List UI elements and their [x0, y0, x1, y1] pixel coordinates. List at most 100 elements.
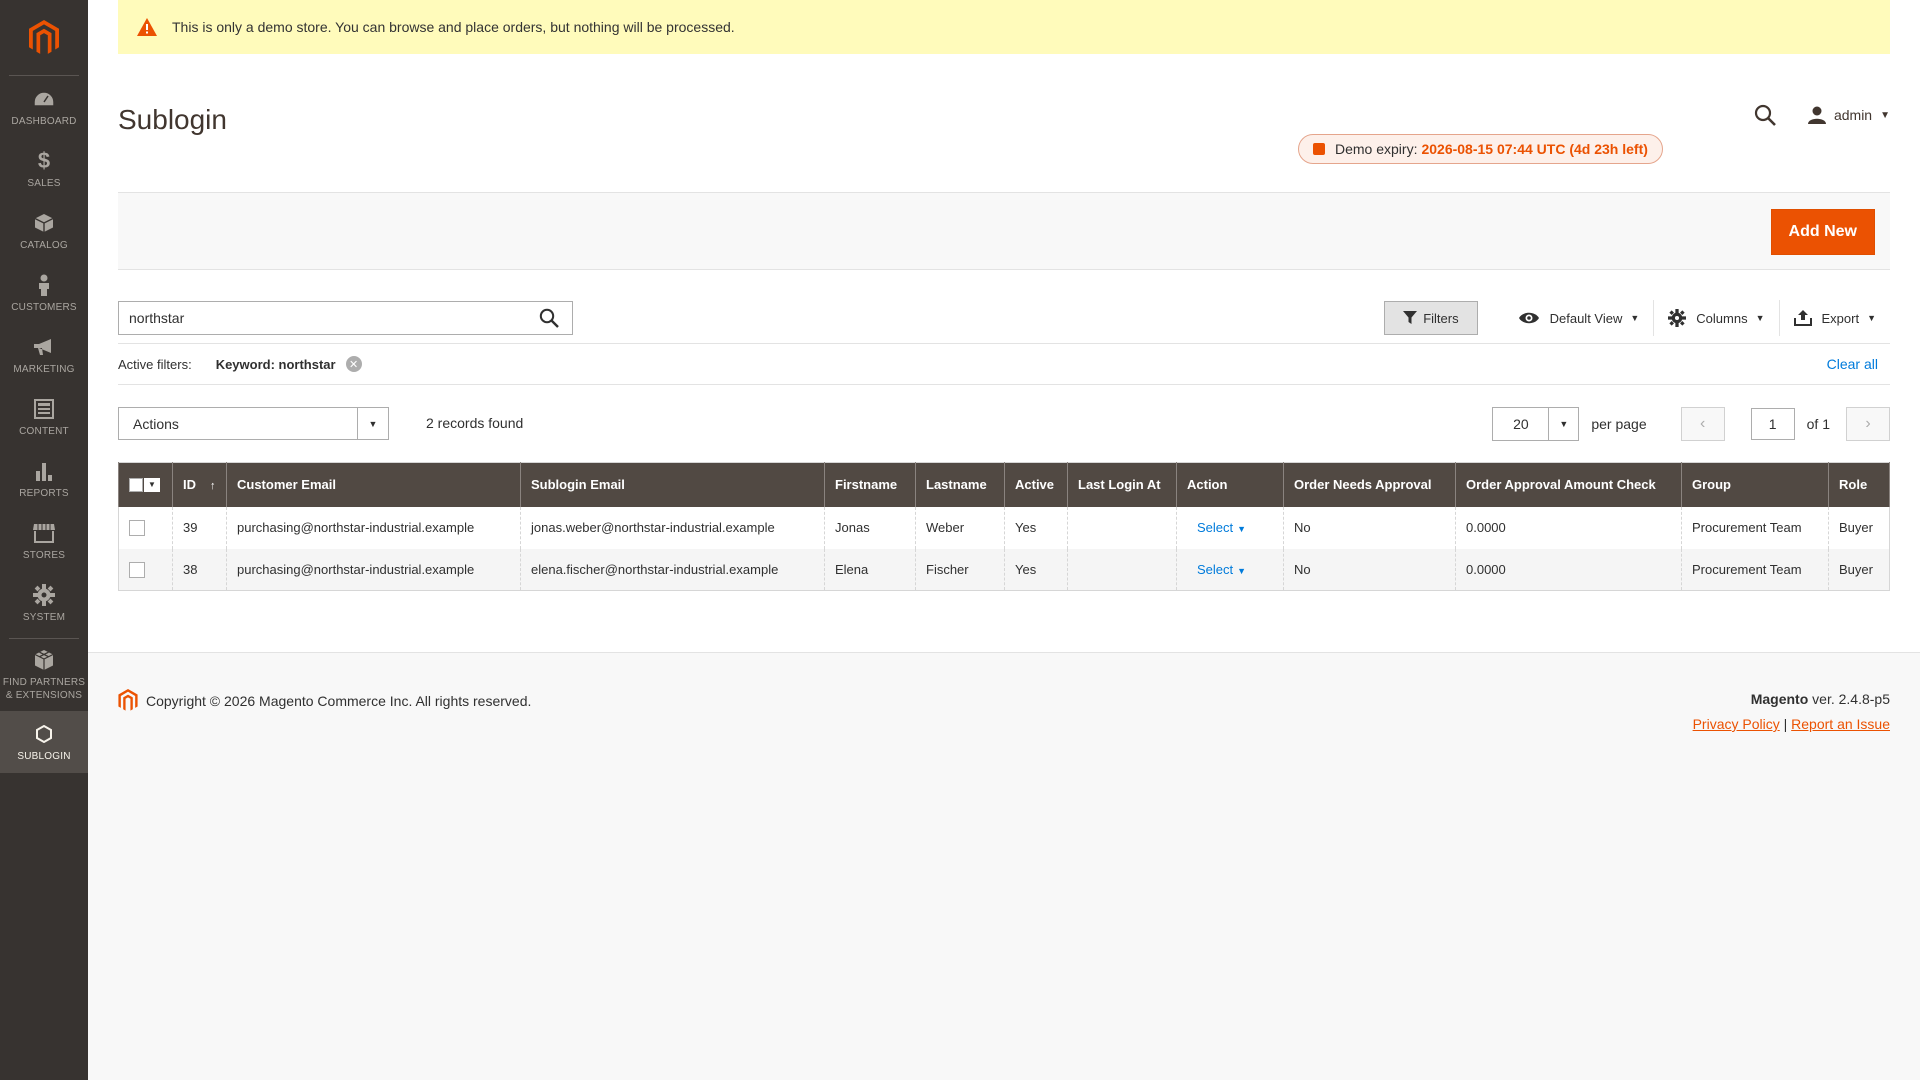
brand-name: Magento	[1750, 691, 1809, 707]
filters-button[interactable]: Filters	[1384, 301, 1478, 335]
sidebar-item-label: SYSTEM	[22, 611, 66, 623]
magento-logo[interactable]	[9, 0, 79, 76]
sidebar-item-reports[interactable]: REPORTS	[0, 448, 88, 510]
sidebar-item-sales[interactable]: $ SALES	[0, 138, 88, 200]
search-icon[interactable]	[526, 308, 572, 328]
chevron-down-icon: ▼	[1755, 313, 1765, 323]
sidebar-item-marketing[interactable]: MARKETING	[0, 324, 88, 386]
active-filters-label: Active filters:	[118, 356, 192, 372]
row-action-select[interactable]: Select ▼	[1197, 520, 1246, 535]
per-page-value: 20	[1513, 416, 1529, 432]
clear-all-link[interactable]: Clear all	[1827, 356, 1878, 372]
active-filter-chip: Keyword: northstar ✕	[216, 356, 362, 372]
page-number-input[interactable]: 1	[1750, 408, 1795, 440]
sidebar-item-label: CUSTOMERS	[11, 301, 77, 313]
report-issue-link[interactable]: Report an Issue	[1791, 716, 1890, 732]
cell-group: Procurement Team	[1681, 548, 1829, 591]
user-icon	[1807, 106, 1826, 124]
column-header-last-login[interactable]: Last Login At	[1067, 462, 1177, 507]
export-icon	[1793, 310, 1812, 326]
column-header-role[interactable]: Role	[1828, 462, 1890, 507]
sidebar-item-stores[interactable]: STORES	[0, 510, 88, 572]
export-label: Export	[1821, 310, 1860, 326]
cell-customer-email: purchasing@northstar-industrial.example	[226, 506, 521, 549]
warning-icon	[136, 17, 158, 37]
sort-ascending-icon: ↑	[210, 480, 216, 493]
column-header-lastname[interactable]: Lastname	[915, 462, 1005, 507]
privacy-policy-link[interactable]: Privacy Policy	[1693, 716, 1780, 732]
filter-icon	[1403, 311, 1418, 325]
mass-actions-select[interactable]: Actions ▼	[118, 407, 389, 440]
column-header-sublogin-email[interactable]: Sublogin Email	[520, 462, 825, 507]
sidebar-item-system[interactable]: SYSTEM	[0, 572, 88, 634]
cell-last-login	[1067, 506, 1177, 549]
eye-icon	[1518, 311, 1540, 325]
column-header-action: Action	[1176, 462, 1284, 507]
remove-filter-icon[interactable]: ✕	[345, 356, 362, 372]
admin-username: admin	[1833, 107, 1873, 123]
columns-dropdown[interactable]: Columns ▼	[1654, 301, 1778, 335]
cell-lastname: Fischer	[915, 548, 1005, 591]
page-total: of 1	[1806, 416, 1830, 432]
global-search-icon[interactable]	[1754, 104, 1776, 126]
export-dropdown[interactable]: Export ▼	[1780, 301, 1891, 335]
mass-actions-label: Actions	[133, 415, 179, 432]
version-info: Magento ver. 2.4.8-p5	[1751, 691, 1890, 707]
chevron-down-icon: ▼	[1237, 565, 1247, 576]
sidebar-item-find-partners[interactable]: FIND PARTNERS & EXTENSIONS	[0, 639, 88, 711]
column-header-active[interactable]: Active	[1004, 462, 1068, 507]
header-actions: admin ▼	[1754, 104, 1890, 126]
keyword-search: northstar	[118, 301, 573, 335]
table-row[interactable]: 38 purchasing@northstar-industrial.examp…	[118, 548, 1890, 591]
cell-sublogin-email: elena.fischer@northstar-industrial.examp…	[520, 548, 825, 591]
sidebar-item-label: SALES	[27, 177, 61, 189]
add-new-button[interactable]: Add New	[1770, 209, 1875, 255]
keyword-search-input[interactable]: northstar	[119, 310, 526, 326]
table-header-row: ▼ ID ↑ Customer Email Sublogin Email Firs…	[118, 462, 1890, 507]
chevron-down-icon[interactable]: ▼	[144, 477, 160, 492]
cell-role: Buyer	[1828, 548, 1890, 591]
default-view-dropdown[interactable]: Default View ▼	[1504, 301, 1654, 335]
sidebar-item-catalog[interactable]: CATALOG	[0, 200, 88, 262]
cell-amount-check: 0.0000	[1455, 548, 1682, 591]
chevron-down-icon: ▼	[1237, 524, 1247, 534]
cell-needs-approval: No	[1283, 548, 1456, 591]
sidebar-item-content[interactable]: CONTENT	[0, 386, 88, 448]
row-checkbox[interactable]	[129, 561, 145, 578]
chevron-down-icon: ▼	[1548, 408, 1579, 440]
per-page-label: per page	[1591, 416, 1647, 432]
column-header-group[interactable]: Group	[1681, 462, 1829, 507]
cubes-icon	[32, 648, 56, 672]
person-icon	[32, 273, 56, 297]
sidebar-item-sublogin[interactable]: SUBLOGIN	[0, 711, 88, 773]
select-all-header[interactable]: ▼	[118, 462, 173, 507]
next-page-button[interactable]: ›	[1846, 407, 1890, 441]
column-header-id[interactable]: ID ↑	[172, 462, 227, 507]
sidebar-item-dashboard[interactable]: DASHBOARD	[0, 76, 88, 138]
cell-amount-check: 0.0000	[1455, 506, 1682, 549]
column-header-customer-email[interactable]: Customer Email	[226, 462, 521, 507]
active-filter-chip-text: Keyword: northstar	[215, 356, 336, 372]
cell-active: Yes	[1004, 506, 1068, 549]
status-square-icon	[1313, 143, 1325, 155]
row-checkbox[interactable]	[129, 519, 145, 536]
filters-button-label: Filters	[1423, 310, 1459, 326]
column-header-firstname[interactable]: Firstname	[824, 462, 916, 507]
per-page-select[interactable]: 20 ▼	[1492, 407, 1580, 441]
chevron-down-icon: ▼	[1867, 313, 1876, 323]
sidebar-item-label: CATALOG	[20, 239, 68, 251]
demo-expiry-label: Demo expiry:	[1335, 141, 1418, 157]
sidebar-item-customers[interactable]: CUSTOMERS	[0, 262, 88, 324]
row-action-select[interactable]: Select ▼	[1197, 562, 1246, 577]
column-header-amount-check[interactable]: Order Approval Amount Check	[1455, 462, 1682, 507]
page-actions-bar: Add New	[118, 192, 1890, 270]
admin-user-menu[interactable]: admin ▼	[1807, 106, 1890, 124]
select-all-checkbox[interactable]	[129, 477, 143, 492]
sublogin-grid: ▼ ID ↑ Customer Email Sublogin Email Firs…	[118, 462, 1890, 591]
page-footer: Copyright © 2026 Magento Commerce Inc. A…	[88, 652, 1920, 1080]
cell-role: Buyer	[1828, 506, 1890, 549]
table-row[interactable]: 39 purchasing@northstar-industrial.examp…	[118, 506, 1890, 549]
prev-page-button[interactable]: ‹	[1680, 407, 1725, 441]
cell-lastname: Weber	[915, 506, 1005, 549]
column-header-order-needs-approval[interactable]: Order Needs Approval	[1283, 462, 1456, 507]
